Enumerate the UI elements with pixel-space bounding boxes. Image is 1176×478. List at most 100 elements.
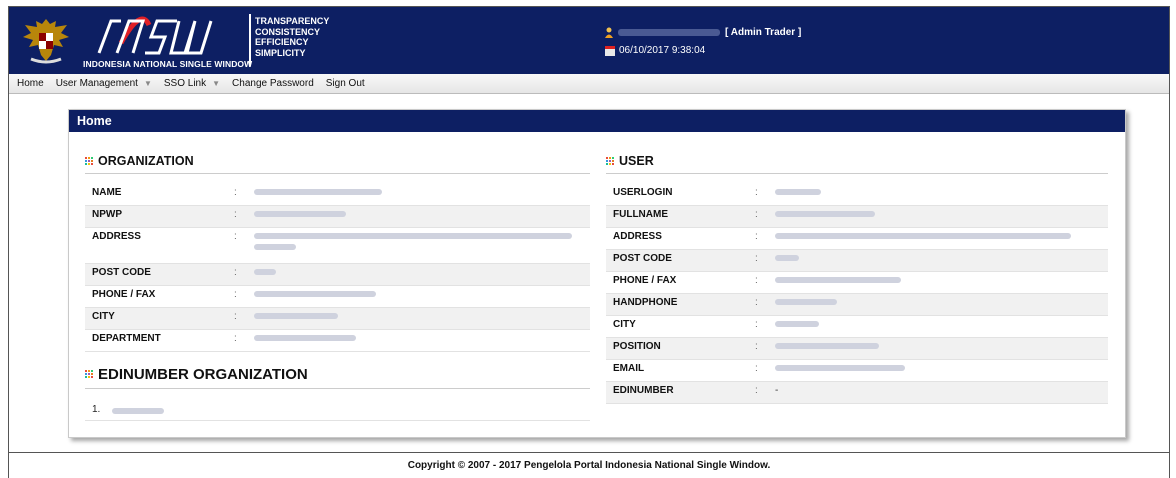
field-separator: : [234,187,237,198]
user-row-handphone: HANDPHONE: [606,294,1108,316]
field-label: PHONE / FAX [92,289,156,300]
caret-down-icon: ▼ [212,79,221,88]
field-separator: : [755,297,758,308]
field-label: EMAIL [613,363,645,374]
redacted-value [254,233,572,239]
user-fields: USERLOGIN: FULLNAME: ADDRESS: POST CODE:… [606,184,1108,404]
menu-label: User Management [55,78,138,89]
menu-home[interactable]: Home [17,78,44,89]
field-label: POST CODE [613,253,672,264]
user-row-address: ADDRESS: [606,228,1108,250]
field-separator: : [755,231,758,242]
redacted-value [775,277,901,283]
menu-sign-out[interactable]: Sign Out [326,78,365,89]
current-datetime: 06/10/2017 9:38:04 [619,45,706,56]
edinumber-index: 1. [92,404,101,415]
field-separator: : [234,209,237,220]
redacted-value [775,189,821,195]
field-label: NPWP [92,209,122,220]
field-label: FULLNAME [613,209,668,220]
slogan: TRANSPARENCY CONSISTENCY EFFICIENCY SIMP… [255,16,329,58]
redacted-value [254,313,338,319]
field-separator: : [755,319,758,330]
slogan-line: SIMPLICITY [255,47,306,58]
menu-sso-link[interactable]: SSO Link ▼ [164,78,220,89]
user-row-position: POSITION: [606,338,1108,360]
field-separator: : [755,187,758,198]
user-row-postcode: POST CODE: [606,250,1108,272]
menu-label: Change Password [232,78,314,89]
field-separator: : [755,253,758,264]
edinumber-item: 1. [85,399,590,421]
redacted-value [254,211,346,217]
user-info: [ Admin Trader ] [605,27,801,38]
field-label: CITY [613,319,636,330]
redacted-value [775,321,819,327]
menu-label: Sign Out [325,78,365,89]
redacted-value [775,299,837,305]
grid-icon [85,370,94,379]
redacted-value [775,211,875,217]
user-icon [605,27,613,38]
field-separator: : [234,333,237,344]
user-row-email: EMAIL: [606,360,1108,382]
menu-label: SSO Link [163,78,207,89]
redacted-value [254,244,296,250]
user-name-redacted [618,29,720,36]
panel-title: Home [69,110,1125,132]
field-label: POST CODE [92,267,151,278]
organization-title: ORGANIZATION [98,154,194,168]
redacted-value [775,255,799,261]
menu-bar: Home User Management ▼ SSO Link ▼ Change P… [9,74,1169,94]
field-label: USERLOGIN [613,187,673,198]
menu-label: Home [17,78,44,89]
slogan-line: EFFICIENCY [255,37,309,48]
field-separator: : [234,267,237,278]
edinumber-heading: EDINUMBER ORGANIZATION [85,366,590,389]
date-info: 06/10/2017 9:38:04 [605,45,705,56]
insw-subtitle: INDONESIA NATIONAL SINGLE WINDOW [83,59,253,69]
field-label: ADDRESS [613,231,662,242]
field-separator: : [755,363,758,374]
garuda-emblem-icon [23,19,69,64]
redacted-value [775,365,905,371]
field-label: NAME [92,187,122,198]
user-row-edinumber: EDINUMBER: - [606,382,1108,404]
field-label: POSITION [613,341,661,352]
org-row-address: ADDRESS: [85,228,590,264]
organization-column: ORGANIZATION NAME: NPWP: ADDRESS: POST C… [85,154,590,421]
slogan-divider [249,14,251,66]
field-separator: : [755,341,758,352]
org-row-npwp: NPWP: [85,206,590,228]
slogan-line: CONSISTENCY [255,26,321,37]
user-row-phone: PHONE / FAX: [606,272,1108,294]
field-label: DEPARTMENT [92,333,161,344]
org-row-department: DEPARTMENT: [85,330,590,352]
field-value: - [775,385,779,396]
field-label: CITY [92,311,115,322]
user-title: USER [619,154,654,168]
redacted-value [775,233,1071,239]
site-header: INDONESIA NATIONAL SINGLE WINDOW TRANSPA… [9,7,1169,74]
menu-user-management[interactable]: User Management ▼ [56,78,152,89]
field-separator: : [234,311,237,322]
grid-icon [85,156,94,166]
field-separator: : [755,385,758,396]
field-label: EDINUMBER [613,385,674,396]
calendar-icon [605,45,615,56]
redacted-value [254,335,356,341]
redacted-value [254,269,276,275]
field-label: PHONE / FAX [613,275,677,286]
redacted-value [254,189,382,195]
footer-copyright: Copyright © 2007 - 2017 Pengelola Portal… [9,452,1169,478]
user-row-city: CITY: [606,316,1108,338]
menu-change-password[interactable]: Change Password [232,78,314,89]
field-label: ADDRESS [92,231,141,242]
field-separator: : [234,231,237,242]
field-separator: : [755,209,758,220]
slogan-line: TRANSPARENCY [255,16,330,26]
organization-fields: NAME: NPWP: ADDRESS: POST CODE: PHONE / … [85,184,590,352]
field-label: HANDPHONE [613,297,678,308]
caret-down-icon: ▼ [143,79,152,88]
grid-icon [606,156,615,166]
